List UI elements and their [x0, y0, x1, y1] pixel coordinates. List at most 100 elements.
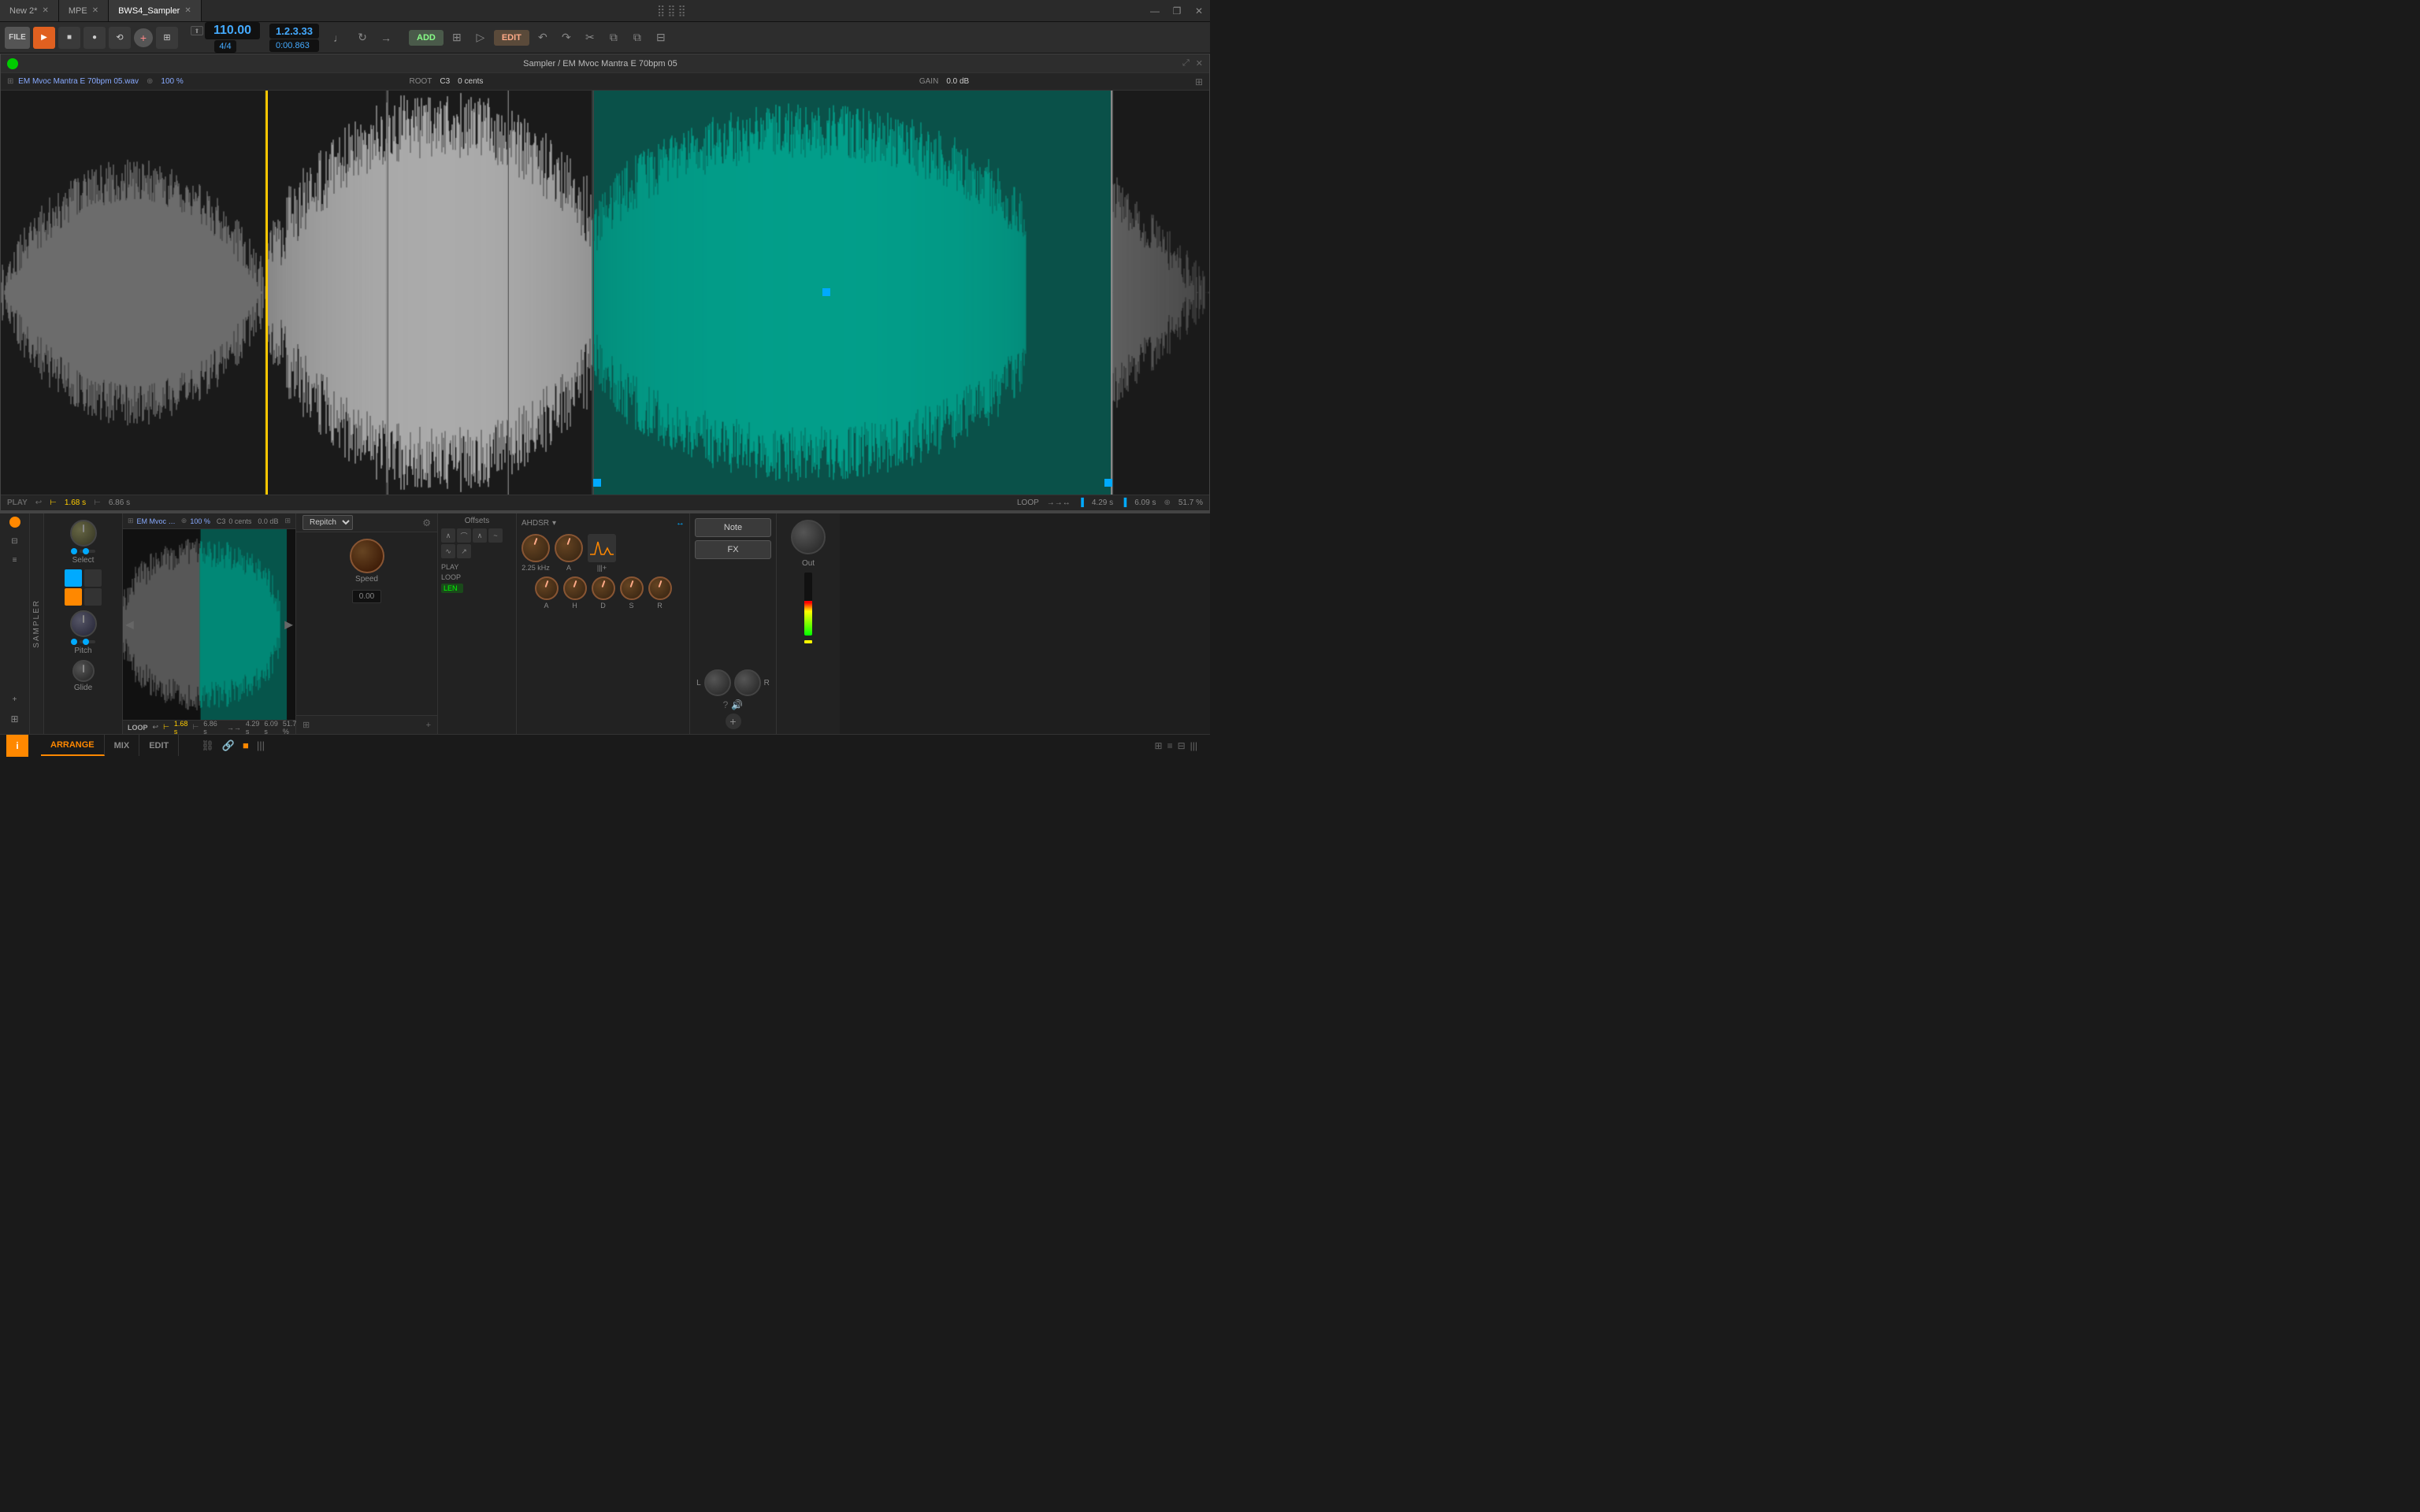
play-button-transport[interactable]: ▶ — [33, 27, 55, 49]
undo-button[interactable]: ↶ — [533, 28, 553, 48]
mini-nav-left[interactable]: ◀ — [123, 618, 136, 632]
sampler-pad-3[interactable] — [65, 588, 82, 606]
copy-button[interactable]: ⧉ — [603, 28, 624, 48]
metronome-button[interactable]: ♩ — [328, 28, 349, 48]
punch-button[interactable]: ⊞ — [156, 27, 178, 49]
loop-end-marker-dot[interactable] — [1104, 479, 1112, 487]
shape-btn-2[interactable]: ⌒ — [457, 528, 471, 543]
stop-button[interactable]: ■ — [58, 27, 80, 49]
ah-knob[interactable] — [535, 576, 559, 600]
mixer-button[interactable]: ⊞ — [447, 28, 467, 48]
mini-wave-canvas-area[interactable]: ◀ ▶ — [123, 529, 295, 720]
tab-mpe[interactable]: MPE ✕ — [59, 0, 109, 21]
note-button[interactable]: Note — [695, 518, 771, 537]
l-knob[interactable] — [704, 669, 731, 696]
paste-button[interactable]: ⧉ — [627, 28, 648, 48]
rh-knob[interactable] — [648, 576, 672, 600]
shape-btn-1[interactable]: ∧ — [441, 528, 455, 543]
tab-new2-close[interactable]: ✕ — [42, 6, 48, 15]
link-icon[interactable]: 🔗 — [222, 739, 235, 752]
sampler-expand-button[interactable]: ⤢ — [1182, 58, 1190, 69]
select-dot-1[interactable] — [71, 548, 77, 554]
duplicate-button[interactable]: ⊟ — [651, 28, 671, 48]
dh-knob[interactable] — [592, 576, 615, 600]
mix-tab[interactable]: MIX — [105, 735, 140, 756]
tab-bws4-close[interactable]: ✕ — [184, 6, 191, 15]
pitch-slider-thumb[interactable] — [83, 639, 89, 645]
power-indicator[interactable] — [7, 58, 18, 69]
mini-nav-right[interactable]: ▶ — [282, 618, 295, 632]
info-button[interactable]: i — [6, 735, 28, 757]
arrange-tab[interactable]: ARRANGE — [41, 735, 105, 756]
redo-button[interactable]: ↷ — [556, 28, 577, 48]
tab-new2[interactable]: New 2* ✕ — [0, 0, 59, 21]
status-icon-4[interactable]: ||| — [1190, 740, 1197, 751]
add-small-button[interactable]: + — [726, 713, 741, 729]
grid-icon-2[interactable]: + — [426, 721, 431, 730]
plus-button[interactable]: + — [134, 28, 153, 47]
position-bars-display[interactable]: 1.2.3.33 — [269, 24, 319, 39]
glide-knob[interactable] — [72, 660, 95, 682]
forward-button[interactable]: → — [376, 28, 396, 48]
sampler-grid-button[interactable]: ⊞ — [1195, 76, 1203, 87]
loop-start-marker-dot[interactable] — [593, 479, 601, 487]
strip-icon-2[interactable]: ≡ — [3, 551, 27, 569]
freq-knob[interactable] — [521, 534, 550, 562]
settings-icon[interactable]: ⚙ — [422, 517, 431, 528]
square-icon[interactable]: ■ — [243, 739, 249, 751]
shape-btn-5[interactable]: ∿ — [441, 544, 455, 558]
sampler-pad-2[interactable] — [84, 569, 102, 587]
strip-icon-bottom-1[interactable]: + — [3, 691, 27, 708]
shape-btn-3[interactable]: ∧ — [473, 528, 487, 543]
grid-icon-1[interactable]: ⊞ — [302, 720, 310, 730]
edit-tab[interactable]: EDIT — [139, 735, 179, 756]
record-button[interactable]: ● — [84, 27, 106, 49]
strip-icon-1[interactable]: ⊟ — [3, 532, 27, 550]
question-icon[interactable]: ? — [723, 699, 729, 710]
add-button[interactable]: ADD — [409, 30, 444, 46]
bars-icon[interactable]: ||| — [257, 739, 265, 751]
file-button[interactable]: FILE — [5, 27, 30, 49]
minimize-button[interactable]: — — [1144, 0, 1166, 22]
power-btn-bottom[interactable] — [9, 517, 20, 528]
ahdsr-link-btn[interactable]: ↔ — [676, 518, 685, 528]
cut-button[interactable]: ✂ — [580, 28, 600, 48]
play-icon-button[interactable]: ▷ — [470, 28, 491, 48]
a-knob[interactable] — [555, 534, 583, 562]
ahdsr-dropdown-icon[interactable]: ▾ — [552, 519, 556, 528]
bpm-arrows[interactable]: ⬆ — [191, 26, 203, 35]
out-knob[interactable] — [791, 520, 826, 554]
status-icon-2[interactable]: ≡ — [1167, 740, 1173, 751]
sampler-pad-4[interactable] — [84, 588, 102, 606]
hh-knob[interactable] — [563, 576, 587, 600]
loop-region[interactable] — [593, 91, 1113, 495]
time-sig-display[interactable]: 4/4 — [214, 40, 236, 53]
pitch-knob[interactable] — [70, 610, 97, 637]
loop-transport-button[interactable]: ↻ — [352, 28, 373, 48]
volume-icon[interactable]: 🔊 — [731, 699, 743, 710]
waveform-display[interactable] — [1, 91, 1209, 495]
r-knob[interactable] — [734, 669, 761, 696]
loop-mid-marker-dot[interactable] — [822, 288, 830, 296]
start-marker[interactable] — [266, 91, 268, 495]
sampler-pad-1[interactable] — [65, 569, 82, 587]
edit-button[interactable]: EDIT — [494, 30, 529, 46]
chain-icon[interactable]: ⛓ — [201, 739, 214, 752]
pitch-dot-1[interactable] — [71, 639, 77, 645]
bpm-display[interactable]: 110.00 — [205, 22, 260, 39]
status-icon-1[interactable]: ⊞ — [1155, 740, 1163, 751]
sh-knob[interactable] — [620, 576, 644, 600]
tab-mpe-close[interactable]: ✕ — [92, 6, 98, 15]
mini-wave-grid-btn[interactable]: ⊞ — [284, 517, 291, 525]
speed-knob[interactable] — [350, 539, 384, 573]
position-time-display[interactable]: 0:00.863 — [269, 39, 319, 52]
morph-display[interactable] — [588, 534, 616, 562]
strip-icon-bottom-2[interactable]: ⊞ — [3, 710, 27, 728]
loop-button[interactable]: ⟲ — [109, 27, 131, 49]
shape-btn-4[interactable]: ~ — [488, 528, 503, 543]
close-button[interactable]: ✕ — [1188, 0, 1210, 22]
repitch-select[interactable]: Repitch — [302, 515, 353, 530]
select-knob[interactable] — [70, 520, 97, 547]
shape-btn-6[interactable]: ↗ — [457, 544, 471, 558]
sampler-close-button[interactable]: ✕ — [1196, 58, 1203, 69]
